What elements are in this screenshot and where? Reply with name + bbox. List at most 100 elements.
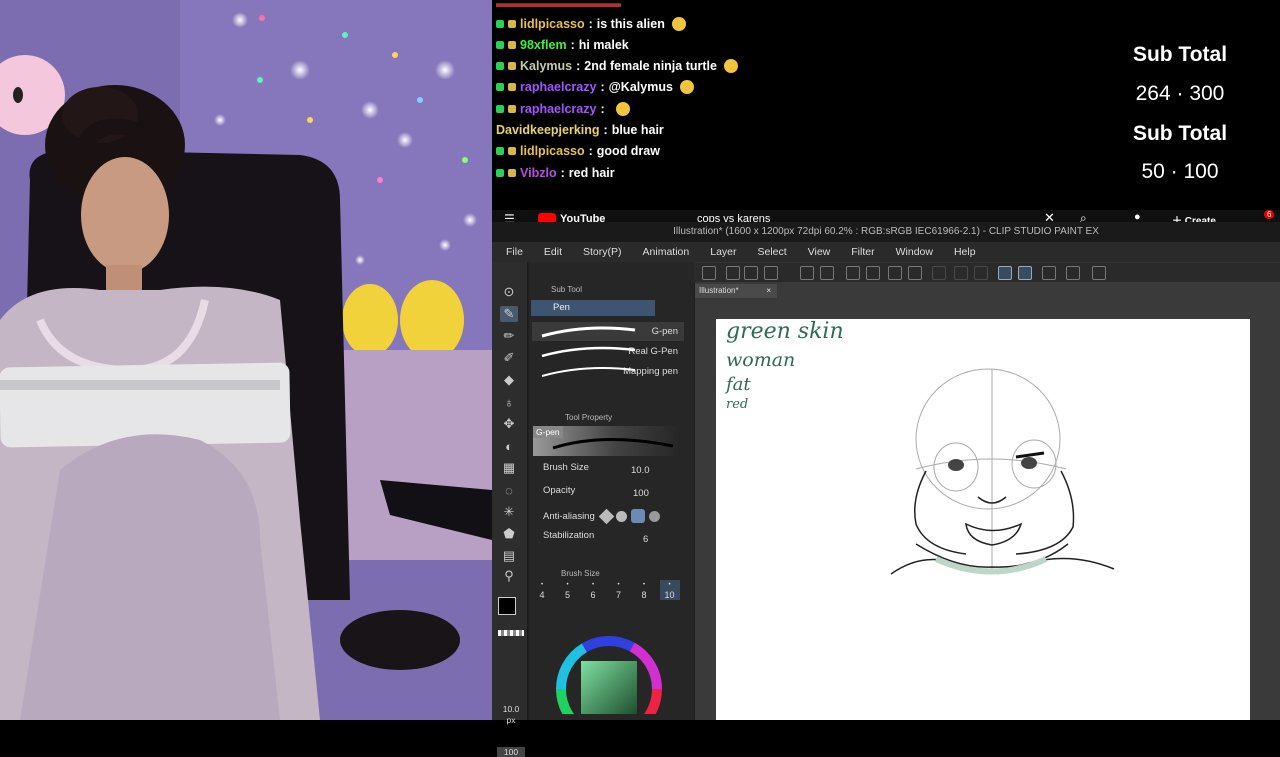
- pen-tool-icon[interactable]: ✎: [500, 306, 518, 322]
- menu-item[interactable]: Story(P): [583, 246, 622, 258]
- crop-icon[interactable]: [974, 266, 988, 280]
- brush-g-pen[interactable]: G-pen: [532, 322, 684, 341]
- brush-size-label: Brush Size: [543, 462, 589, 473]
- brush-size-value[interactable]: 10.0: [631, 465, 650, 476]
- gradient-tool-icon[interactable]: ▤: [500, 548, 518, 564]
- brush-stroke-preview: [541, 367, 636, 377]
- badge-icon: [508, 104, 516, 113]
- move-tool-icon[interactable]: ✥: [500, 416, 518, 432]
- deselect-icon[interactable]: [932, 266, 946, 280]
- fill-icon[interactable]: [888, 266, 902, 280]
- snap-special-ruler-icon[interactable]: [1018, 266, 1032, 280]
- subtool-header-label: Sub Tool: [551, 284, 582, 294]
- stabilization-value[interactable]: 6: [643, 534, 648, 545]
- chat-text: @Kalymus: [608, 80, 673, 95]
- brush-size-preset[interactable]: • 6: [583, 580, 603, 600]
- chat-message: raphaelcrazy: @Kalymus: [496, 77, 694, 98]
- chat-message-partial: ▬▬▬▬▬▬▬▬▬▬: [496, 0, 621, 10]
- brush-size-preset[interactable]: • 7: [609, 580, 629, 600]
- antialias-label: Anti-aliasing: [543, 511, 595, 522]
- size-value: 10: [664, 590, 675, 600]
- toolprop-header: Tool Property: [565, 410, 612, 424]
- clear-icon[interactable]: [846, 266, 860, 280]
- badge-icon: [496, 62, 504, 71]
- snap-ruler-icon[interactable]: [998, 266, 1012, 280]
- menu-item[interactable]: Window: [896, 246, 933, 258]
- badge-icon: [496, 83, 504, 92]
- eyedropper-tool-icon[interactable]: ⚲: [500, 568, 518, 584]
- eraser-tool-icon[interactable]: ◆: [500, 372, 518, 388]
- main-color-swatch[interactable]: [498, 597, 516, 615]
- size-px-value: 10.0: [502, 704, 520, 714]
- chat-message: lidlpicasso: is this alien: [496, 13, 686, 34]
- canvas-tab[interactable]: Illustration* ×: [695, 284, 777, 298]
- lasso-tool-icon[interactable]: ◌: [500, 482, 518, 498]
- antialias-options[interactable]: [598, 508, 673, 524]
- brush-size-preset[interactable]: • 5: [558, 580, 578, 600]
- color-wheel[interactable]: [554, 634, 674, 714]
- canvas-tab-label: Illustration*: [699, 286, 739, 295]
- menu-item[interactable]: Animation: [643, 246, 690, 258]
- transform-icon[interactable]: [908, 266, 922, 280]
- size-value: 7: [615, 590, 621, 600]
- stream-chat-overlay: ▬▬▬▬▬▬▬▬▬▬ lidlpicasso: is this alien 98xf…: [492, 0, 1280, 210]
- pencil-tool-icon[interactable]: ✏: [500, 328, 518, 344]
- help-icon[interactable]: [1092, 266, 1106, 280]
- fill-tool-icon[interactable]: ◐: [500, 438, 518, 454]
- subtool-pen-tab[interactable]: Pen: [531, 300, 655, 316]
- antialias-strong-icon[interactable]: [649, 510, 660, 522]
- brushsize-header: Brush Size: [561, 566, 600, 580]
- companion-icon[interactable]: [702, 266, 716, 280]
- antialias-medium-icon[interactable]: [631, 509, 645, 523]
- chat-message: lidlpicasso: good draw: [496, 141, 660, 162]
- open-file-icon[interactable]: [744, 266, 758, 280]
- brush-size-preset[interactable]: • 10: [659, 580, 680, 600]
- window-title: Illustration* (1600 x 1200px 72dpi 60.2%…: [492, 222, 1280, 242]
- close-tab-icon[interactable]: ×: [766, 284, 771, 298]
- menu-item[interactable]: Filter: [851, 246, 874, 258]
- size-dot-icon: •: [566, 582, 569, 588]
- badge-icon: [496, 104, 504, 113]
- menu-item[interactable]: Help: [954, 246, 976, 258]
- antialias-none-icon[interactable]: [598, 508, 615, 524]
- undo-icon[interactable]: [800, 266, 814, 280]
- brush-mapping-pen[interactable]: Mapping pen: [532, 362, 684, 381]
- blend-tool-icon[interactable]: ♁: [500, 394, 518, 410]
- sub-goal-1-value: 264 · 300: [1135, 82, 1225, 105]
- menu-item[interactable]: Layer: [710, 246, 736, 258]
- device-icon[interactable]: [1066, 266, 1080, 280]
- bucket-tool-icon[interactable]: ⬟: [500, 526, 518, 542]
- chat-username: Kalymus: [520, 59, 573, 74]
- brush-size-preset[interactable]: • 4: [532, 580, 552, 600]
- frame-tool-icon[interactable]: ▦: [500, 460, 518, 476]
- chat-username: Davidkeepjerking: [496, 123, 600, 137]
- drawing-canvas[interactable]: green skin woman fat red: [716, 319, 1250, 720]
- snap-grid-icon[interactable]: [1042, 266, 1056, 280]
- new-file-icon[interactable]: [726, 266, 740, 280]
- brushsize-header-label: Brush Size: [561, 568, 600, 578]
- brush-size-preset[interactable]: • 8: [634, 580, 654, 600]
- menu-item[interactable]: Select: [758, 246, 787, 258]
- menu-item[interactable]: Edit: [544, 246, 562, 258]
- size-dot-icon: •: [668, 582, 671, 588]
- chat-text: hi malek: [578, 37, 629, 52]
- sparkle-tool-icon[interactable]: ✳: [500, 504, 518, 520]
- clear-outside-icon[interactable]: [866, 266, 880, 280]
- invert-selection-icon[interactable]: [954, 266, 968, 280]
- menu-item[interactable]: View: [808, 246, 831, 258]
- save-icon[interactable]: [764, 266, 778, 280]
- sub-goal-2-title: Sub Total: [1132, 122, 1228, 145]
- transparent-color-swatch[interactable]: [498, 630, 524, 636]
- antialias-weak-icon[interactable]: [616, 510, 627, 522]
- opacity-value[interactable]: 100: [633, 488, 649, 499]
- clip-studio-window: Illustration* (1600 x 1200px 72dpi 60.2%…: [492, 222, 1280, 757]
- brush-real-g-pen[interactable]: Real G-Pen: [532, 342, 684, 361]
- opacity-readout: 100: [497, 747, 525, 757]
- menu-item[interactable]: File: [506, 246, 523, 258]
- brush-tool-icon[interactable]: ✐: [500, 350, 518, 366]
- redo-icon[interactable]: [820, 266, 834, 280]
- zoom-tool-icon[interactable]: ⊙: [500, 284, 518, 300]
- notification-badge[interactable]: 6: [1264, 210, 1275, 219]
- subtool-header: Sub Tool: [551, 282, 582, 296]
- chat-message: 98xflem: hi malek: [496, 34, 629, 55]
